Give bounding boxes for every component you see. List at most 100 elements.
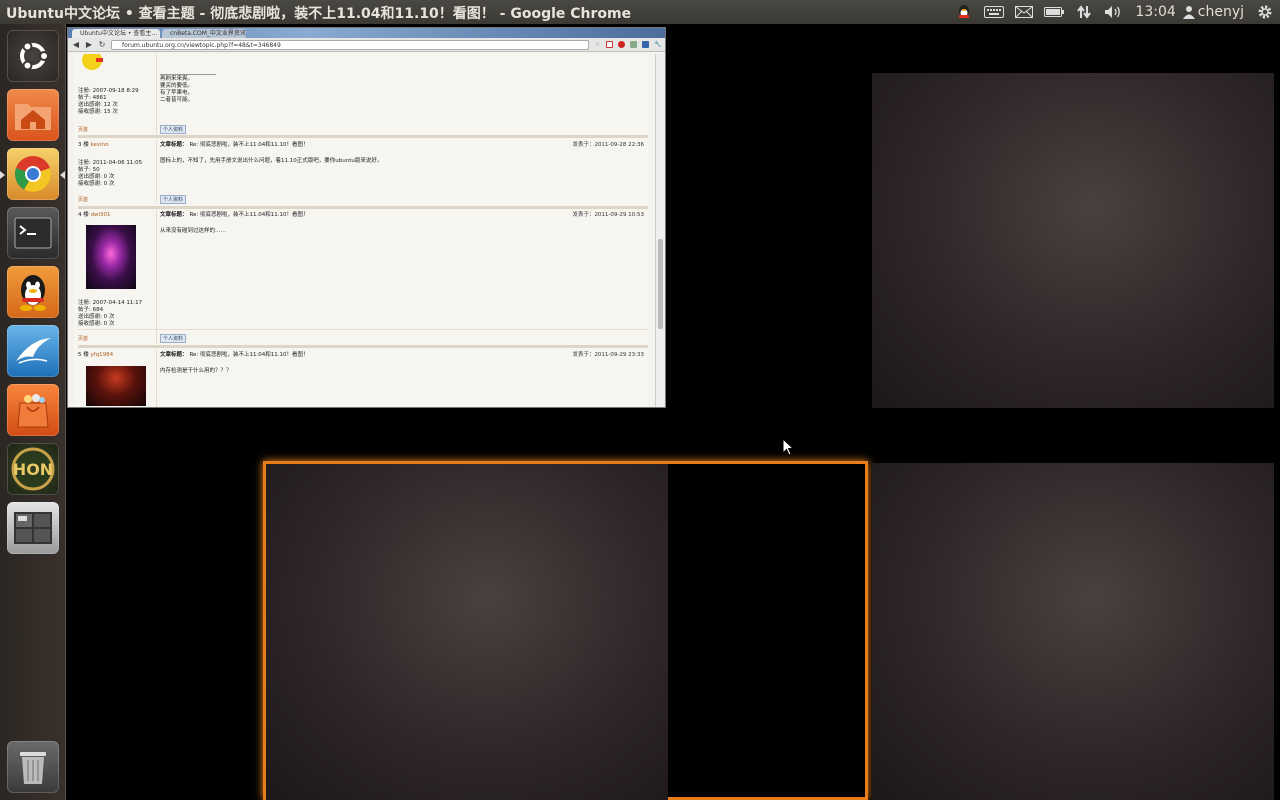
battery-icon[interactable] bbox=[1039, 0, 1069, 24]
qq-tray-icon[interactable] bbox=[949, 0, 979, 24]
reg-date: 注册: 2007-04-14 11:17 bbox=[78, 300, 143, 306]
signature-line: 再刷来来爽。 bbox=[160, 76, 194, 82]
tab-ubuntu-forum[interactable]: Ubuntu中文论坛 • 查看主… bbox=[72, 29, 160, 38]
post-footer-rule bbox=[78, 329, 648, 330]
tab-strip: Ubuntu中文论坛 • 查看主… cnBeta.COM_中文业界资讯… bbox=[68, 28, 665, 38]
signature-line: 要买的要低。 bbox=[160, 83, 194, 89]
chrome-launcher-button[interactable] bbox=[7, 148, 59, 200]
clock[interactable]: 13:04 bbox=[1129, 0, 1181, 24]
scrollbar-thumb[interactable] bbox=[658, 239, 663, 329]
post-subject: Re: 彻底悲剧啦，装不上11.04和11.10！看图！ bbox=[189, 142, 309, 148]
forum-post: 4 楼 dwl301 文章标题： Re: 彻底悲剧啦，装不上11.04和11.1… bbox=[78, 210, 648, 348]
post-count: 帖子: 4861 bbox=[78, 95, 107, 101]
username-link[interactable]: kevino bbox=[91, 142, 109, 148]
floor-number: 4 楼 bbox=[78, 212, 89, 218]
post-separator bbox=[78, 135, 648, 138]
reg-date: 注册: 2007-09-18 8:29 bbox=[78, 88, 139, 94]
workspace-3-active[interactable] bbox=[263, 461, 868, 800]
nav-bar: ◀ ▶ ↻ forum.ubuntu.org.cn/viewtopic.php?… bbox=[68, 38, 665, 52]
adblock-extension-icon[interactable] bbox=[618, 41, 625, 48]
launcher: HON bbox=[0, 24, 66, 800]
subject-label: 文章标题： bbox=[160, 352, 188, 358]
post-subject: Re: 彻底悲剧啦，装不上11.04和11.10！看图！ bbox=[189, 352, 309, 358]
files-launcher-button[interactable] bbox=[7, 89, 59, 141]
terminal-icon bbox=[14, 217, 52, 249]
extension-icon[interactable] bbox=[630, 41, 637, 48]
volume-icon[interactable] bbox=[1099, 0, 1129, 24]
trash-launcher-button[interactable] bbox=[7, 741, 59, 793]
wrench-icon[interactable]: 🔧 bbox=[654, 41, 661, 48]
workspace-2[interactable] bbox=[872, 73, 1274, 408]
focused-indicator bbox=[60, 171, 65, 179]
user-name[interactable]: chenyj bbox=[1196, 0, 1250, 24]
post-count: 帖子: 50 bbox=[78, 167, 100, 173]
floor-number: 5 楼 bbox=[78, 352, 89, 358]
subject-label: 文章标题： bbox=[160, 212, 188, 218]
screenshot-extension-icon[interactable] bbox=[642, 41, 649, 48]
gmail-extension-icon[interactable] bbox=[606, 41, 613, 48]
thanks-sent: 送出感谢: 12 次 bbox=[78, 102, 118, 108]
post-separator bbox=[78, 345, 648, 348]
avatar bbox=[86, 366, 146, 406]
flying-app-launcher-button[interactable] bbox=[7, 325, 59, 377]
terminal-launcher-button[interactable] bbox=[7, 207, 59, 259]
thanks-received: 接收感谢: 0 次 bbox=[78, 181, 115, 187]
post-subject: Re: 彻底悲剧啦，装不上11.04和11.10！看图！ bbox=[189, 212, 309, 218]
workspace-switcher-icon bbox=[14, 512, 52, 544]
forum-post: 3 楼 kevino 文章标题： Re: 彻底悲剧啦，装不上11.04和11.1… bbox=[78, 140, 648, 209]
new-tab-button[interactable] bbox=[248, 29, 260, 38]
profile-button[interactable]: 个人资料 bbox=[160, 125, 187, 134]
dash-home-button[interactable] bbox=[7, 30, 59, 82]
back-to-top-link[interactable]: 页首 bbox=[78, 196, 88, 203]
workspace-3-wallpaper bbox=[266, 464, 668, 800]
reload-icon[interactable]: ↻ bbox=[98, 40, 106, 49]
back-to-top-link[interactable]: 页首 bbox=[78, 126, 88, 133]
qq-launcher-button[interactable] bbox=[7, 266, 59, 318]
post-body: 图标上的，不知了，先用手册文说出什么问题，着11.10正式版吧，要你ubuntu… bbox=[160, 158, 383, 164]
user-icon[interactable] bbox=[1182, 0, 1196, 24]
system-tray: 13:04 chenyj bbox=[949, 0, 1280, 24]
thanks-sent: 送出感谢: 0 次 bbox=[78, 314, 115, 320]
back-icon[interactable]: ◀ bbox=[72, 40, 80, 49]
top-panel: Ubuntu中文论坛 • 查看主题 - 彻底悲剧啦，装不上11.04和11.10… bbox=[0, 0, 1280, 24]
tab-cnbeta[interactable]: cnBeta.COM_中文业界资讯… bbox=[162, 29, 246, 38]
software-center-launcher-button[interactable] bbox=[7, 384, 59, 436]
forward-icon[interactable]: ▶ bbox=[85, 40, 93, 49]
thanks-sent: 送出感谢: 0 次 bbox=[78, 174, 115, 180]
username-link[interactable]: yfq1984 bbox=[91, 352, 114, 358]
workspace-4[interactable] bbox=[872, 463, 1274, 800]
column-divider bbox=[156, 210, 157, 344]
back-to-top-link[interactable]: 页首 bbox=[78, 335, 88, 342]
profile-button[interactable]: 个人资料 bbox=[160, 195, 187, 204]
hon-game-icon: HON bbox=[11, 447, 55, 491]
thanks-received: 接收感谢: 0 次 bbox=[78, 321, 115, 327]
keyboard-icon[interactable] bbox=[979, 0, 1009, 24]
column-divider bbox=[156, 350, 157, 407]
post-count: 帖子: 684 bbox=[78, 307, 104, 313]
swift-bird-icon bbox=[16, 338, 51, 364]
workspace-switcher-button[interactable] bbox=[7, 502, 59, 554]
folder-home-icon bbox=[15, 104, 51, 130]
bookmark-star-icon[interactable]: ☆ bbox=[594, 41, 601, 48]
svg-text:HON: HON bbox=[13, 460, 53, 479]
mail-icon[interactable] bbox=[1009, 0, 1039, 24]
profile-button[interactable]: 个人资料 bbox=[160, 334, 187, 343]
page-scrollbar[interactable] bbox=[655, 54, 665, 407]
post-separator bbox=[78, 206, 648, 209]
hon-launcher-button[interactable]: HON bbox=[7, 443, 59, 495]
ubuntu-logo-icon bbox=[20, 41, 49, 71]
cursor-arrow-icon bbox=[782, 437, 795, 456]
avatar bbox=[86, 225, 136, 289]
window-title: Ubuntu中文论坛 • 查看主题 - 彻底悲剧啦，装不上11.04和11.10… bbox=[6, 6, 632, 22]
post-date: 发表于：2011-09-29 23:33 bbox=[572, 352, 644, 358]
network-icon[interactable] bbox=[1069, 0, 1099, 24]
qq-penguin-icon bbox=[20, 275, 46, 311]
username-link[interactable]: dwl301 bbox=[91, 212, 111, 218]
chrome-window[interactable]: Ubuntu中文论坛 • 查看主… cnBeta.COM_中文业界资讯… ◀ ▶… bbox=[67, 27, 666, 408]
reg-date: 注册: 2011-04-06 11:05 bbox=[78, 160, 143, 166]
address-bar[interactable]: forum.ubuntu.org.cn/viewtopic.php?f=48&t… bbox=[111, 39, 589, 50]
chrome-icon bbox=[15, 156, 51, 192]
gear-icon[interactable] bbox=[1250, 0, 1280, 24]
post-body: 从来没有碰到过这样的…… bbox=[160, 228, 227, 234]
thanks-received: 接收感谢: 15 次 bbox=[78, 109, 118, 115]
